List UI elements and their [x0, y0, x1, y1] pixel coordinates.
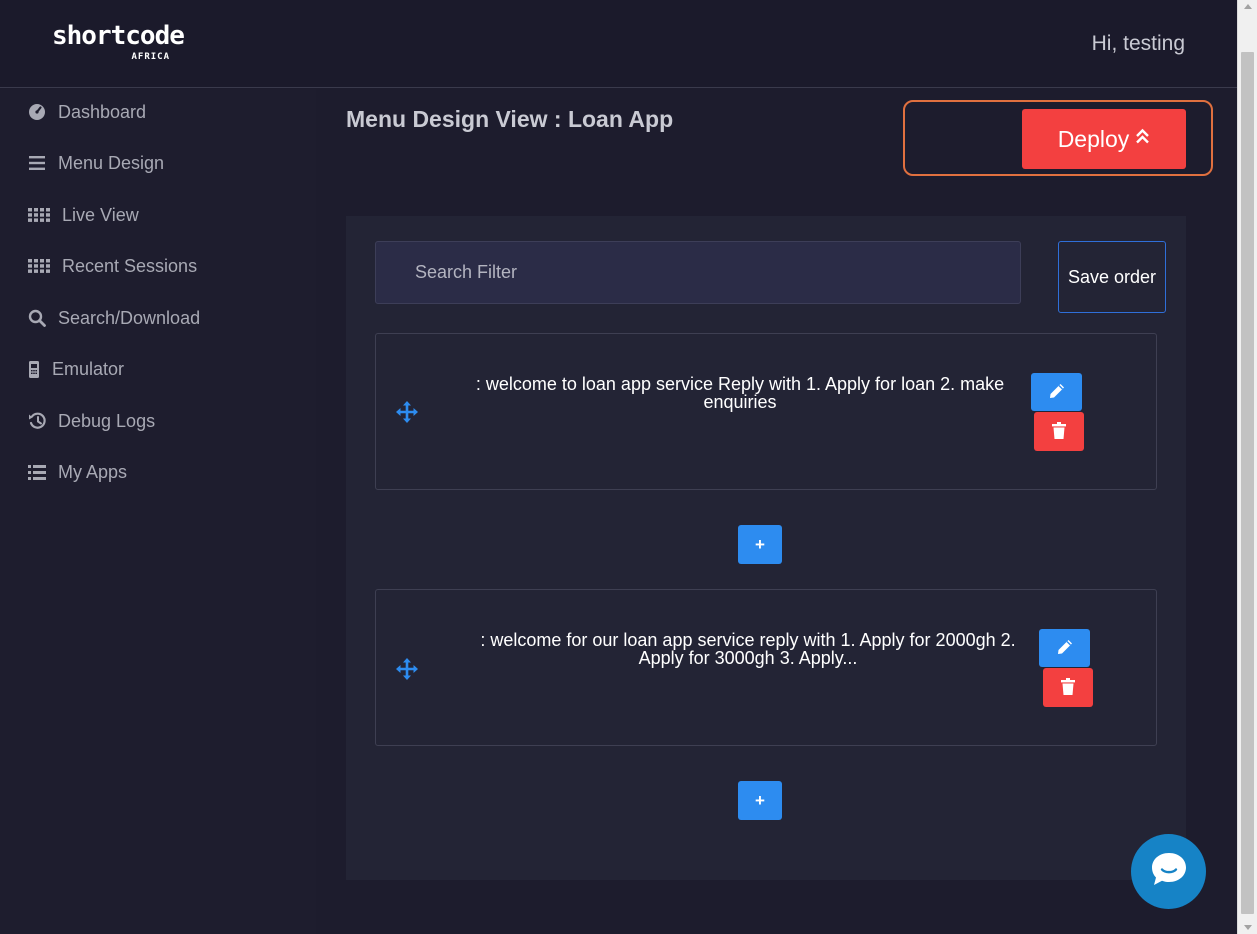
list-icon: [26, 461, 48, 483]
sidebar-item-label: My Apps: [58, 461, 128, 482]
trash-icon: [1052, 421, 1066, 442]
top-bar: shortcode AFRICA Hi, testing: [0, 0, 1237, 88]
add-menu-item-button[interactable]: +: [738, 525, 782, 564]
chat-bubble-icon: [1150, 851, 1188, 892]
add-menu-item-button[interactable]: +: [738, 781, 782, 820]
grid-dots-icon: [26, 204, 52, 226]
logo-subtext: AFRICA: [131, 52, 170, 62]
double-chevron-up-icon: [1135, 128, 1150, 150]
scroll-down-arrow-icon[interactable]: [1244, 925, 1252, 930]
move-icon[interactable]: [396, 401, 418, 423]
sidebar-item-label: Debug Logs: [58, 410, 156, 431]
sidebar-item-debug-logs[interactable]: Debug Logs: [26, 406, 155, 436]
scrollbar-thumb[interactable]: [1241, 52, 1254, 914]
menu-item-text: : welcome for our loan app service reply…: [480, 630, 1016, 668]
menu-item-card: : welcome to loan app service Reply with…: [375, 333, 1157, 490]
sidebar-item-emulator[interactable]: Emulator: [26, 354, 124, 384]
pencil-icon: [1057, 639, 1073, 658]
sidebar-item-live-view[interactable]: Live View: [26, 200, 139, 230]
sidebar-item-search-download[interactable]: Search/Download: [26, 303, 200, 333]
deploy-button[interactable]: Deploy: [1022, 109, 1186, 169]
sidebar-item-label: Search/Download: [58, 307, 201, 328]
delete-button[interactable]: [1043, 668, 1093, 707]
sidebar-item-dashboard[interactable]: Dashboard: [26, 97, 146, 127]
menu-item-text: : welcome to loan app service Reply with…: [475, 374, 1005, 412]
sidebar-item-my-apps[interactable]: My Apps: [26, 457, 127, 487]
save-order-button[interactable]: Save order: [1058, 241, 1166, 313]
shortcode-logo[interactable]: shortcode AFRICA: [52, 21, 185, 64]
bars-icon: [26, 152, 48, 174]
sidebar-item-label: Emulator: [52, 358, 125, 379]
chat-widget-button[interactable]: [1131, 834, 1206, 909]
sidebar-item-label: Recent Sessions: [62, 255, 198, 276]
grid-dots-icon: [26, 255, 52, 277]
history-icon: [26, 410, 48, 432]
trash-icon: [1061, 677, 1075, 698]
pencil-icon: [1049, 383, 1065, 402]
dashboard-icon: [26, 101, 48, 123]
scroll-up-arrow-icon[interactable]: [1244, 4, 1252, 9]
edit-button[interactable]: [1039, 629, 1090, 667]
sidebar-item-menu-design[interactable]: Menu Design: [26, 148, 164, 178]
phone-icon: [26, 358, 42, 380]
sidebar-item-label: Dashboard: [58, 101, 147, 122]
sidebar-item-recent-sessions[interactable]: Recent Sessions: [26, 251, 197, 281]
page-scrollbar[interactable]: [1237, 0, 1257, 934]
deploy-label: Deploy: [1057, 125, 1130, 152]
search-icon: [26, 307, 48, 329]
menu-item-card: : welcome for our loan app service reply…: [375, 589, 1157, 746]
search-filter-input[interactable]: [375, 241, 1021, 304]
user-greeting[interactable]: Hi, testing: [1092, 32, 1185, 56]
sidebar-item-label: Menu Design: [58, 152, 165, 173]
sidebar-item-label: Live View: [62, 204, 139, 225]
edit-button[interactable]: [1031, 373, 1082, 411]
logo-text: shortcode: [52, 21, 185, 51]
move-icon[interactable]: [396, 658, 418, 680]
delete-button[interactable]: [1034, 412, 1084, 451]
page-title: Menu Design View : Loan App: [346, 106, 674, 132]
